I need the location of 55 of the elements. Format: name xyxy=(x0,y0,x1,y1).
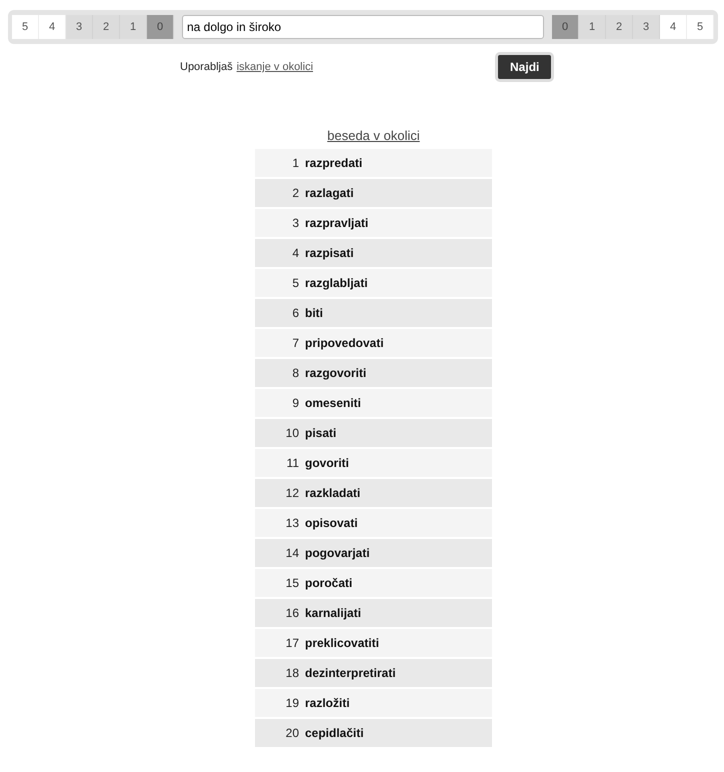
result-word: govoriti xyxy=(305,456,349,470)
result-word: omeseniti xyxy=(305,396,362,410)
result-word: biti xyxy=(305,306,323,320)
rank-number: 14 xyxy=(284,546,299,560)
rank-number: 8 xyxy=(291,366,299,380)
column-header[interactable]: beseda v okolici xyxy=(255,128,492,143)
distance-option[interactable]: 5 xyxy=(12,15,39,39)
distance-option[interactable]: 1 xyxy=(120,15,147,39)
result-word: razložiti xyxy=(305,696,350,710)
result-word: razlagati xyxy=(305,186,354,200)
find-button[interactable]: Najdi xyxy=(495,52,554,82)
result-word: opisovati xyxy=(305,516,358,530)
rank-number: 20 xyxy=(284,726,299,740)
distance-option[interactable]: 2 xyxy=(606,15,633,39)
result-word: razpravljati xyxy=(305,216,368,230)
rank-number: 17 xyxy=(284,636,299,650)
result-word: poročati xyxy=(305,576,352,590)
rank-number: 11 xyxy=(286,456,299,470)
result-word: razkladati xyxy=(305,486,360,500)
distance-option[interactable]: 1 xyxy=(579,15,606,39)
distance-option[interactable]: 3 xyxy=(66,15,93,39)
result-word: pogovarjati xyxy=(305,546,370,560)
result-word: pisati xyxy=(305,426,336,440)
rank-number: 2 xyxy=(291,186,299,200)
rank-number: 9 xyxy=(291,396,299,410)
rank-number: 7 xyxy=(291,336,299,350)
distance-option[interactable]: 2 xyxy=(93,15,120,39)
rank-number: 16 xyxy=(284,606,299,620)
distance-option[interactable]: 4 xyxy=(660,15,687,39)
result-word: razpisati xyxy=(305,246,354,260)
result-word: cepidlačiti xyxy=(305,726,364,740)
result-word: preklicovatiti xyxy=(305,636,380,650)
rank-number: 4 xyxy=(291,246,299,260)
rank-number: 10 xyxy=(284,426,299,440)
mode-label: Uporabljaš xyxy=(180,61,233,73)
distance-option[interactable]: 5 xyxy=(687,15,714,39)
result-word: razgovoriti xyxy=(305,366,366,380)
distance-option[interactable]: 3 xyxy=(633,15,660,39)
search-field[interactable]: na dolgo in široko xyxy=(182,15,544,39)
result-word: razglabljati xyxy=(305,276,368,290)
rank-number: 15 xyxy=(284,576,299,590)
rank-number: 6 xyxy=(291,306,299,320)
rank-number: 3 xyxy=(291,216,299,230)
rank-number: 12 xyxy=(284,486,299,500)
result-word: pripovedovati xyxy=(305,336,384,350)
mode-link[interactable]: iskanje v okolici xyxy=(236,61,314,73)
rank-number: 1 xyxy=(291,156,299,170)
rank-number: 5 xyxy=(291,276,299,290)
rank-number: 19 xyxy=(284,696,299,710)
result-word: razpredati xyxy=(305,156,362,170)
distance-option[interactable]: 4 xyxy=(39,15,66,39)
result-word: karnalijati xyxy=(305,606,362,620)
rank-number: 18 xyxy=(284,666,299,680)
result-word: dezinterpretirati xyxy=(305,666,396,680)
rank-number: 13 xyxy=(284,516,299,530)
